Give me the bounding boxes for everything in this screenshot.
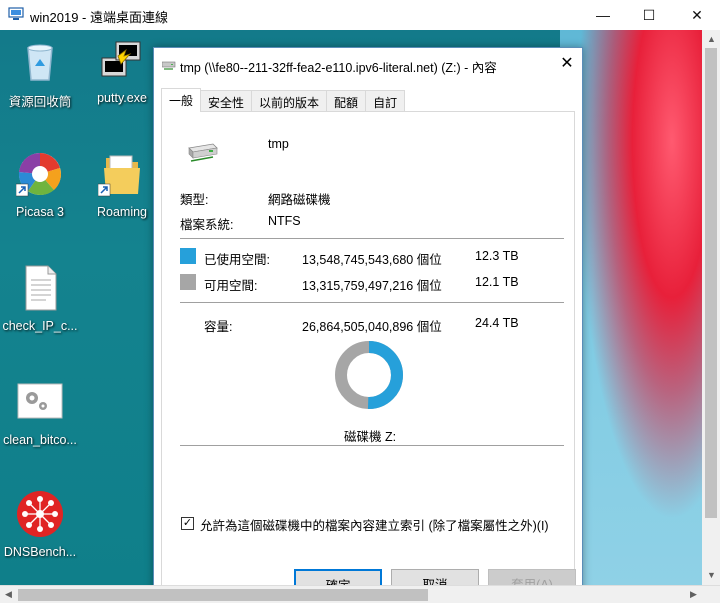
desktop-icon-picasa[interactable]: Picasa 3 — [0, 150, 85, 219]
used-space-label: 已使用空間: — [204, 253, 270, 267]
close-button[interactable]: ✕ — [674, 0, 720, 30]
capacity-size: 24.4 TB — [475, 316, 519, 330]
type-value: 網路磁碟機 — [268, 193, 331, 207]
index-checkbox-label[interactable]: 允許為這個磁碟機中的檔案內容建立索引 (除了檔案屬性之外)(I) — [200, 515, 549, 534]
general-tab-panel: tmp 類型: 網路磁碟機 檔案系統: NTFS 已使用空間: 13,548,7… — [161, 111, 575, 603]
dnsbench-icon — [17, 491, 63, 537]
free-space-swatch — [180, 274, 196, 290]
scroll-right-icon[interactable]: ▶ — [690, 589, 697, 600]
settings-file-icon — [17, 383, 63, 419]
picasa-icon — [15, 152, 61, 197]
drive-name: tmp — [268, 137, 289, 151]
desktop-icon-dnsbench[interactable]: DNSBench... — [0, 490, 85, 559]
rdp-titlebar: win2019 - 遠端桌面連線 — ☐ ✕ — [0, 0, 720, 30]
desktop-icon-clean-bitco[interactable]: clean_bitco... — [0, 378, 85, 447]
maximize-button[interactable]: ☐ — [626, 0, 672, 30]
capacity-bytes: 26,864,505,040,896 個位 — [302, 320, 442, 334]
scroll-up-icon[interactable]: ▲ — [707, 34, 716, 44]
minimize-button[interactable]: — — [580, 0, 626, 30]
used-space-swatch — [180, 248, 196, 264]
wallpaper — [560, 30, 720, 585]
vertical-scrollbar[interactable]: ▲ ▼ — [702, 30, 720, 585]
free-space-bytes: 13,315,759,497,216 個位 — [302, 279, 442, 293]
network-drive-large-icon — [188, 143, 218, 162]
type-label: 類型: — [180, 193, 209, 207]
used-space-size: 12.3 TB — [475, 249, 519, 263]
scroll-left-icon[interactable]: ◀ — [5, 589, 12, 600]
folder-icon — [97, 155, 140, 197]
horizontal-scrollbar[interactable]: ◀ ▶ — [0, 585, 720, 603]
desktop-icon-check-ip[interactable]: check_IP_c... — [0, 264, 85, 333]
horizontal-scroll-thumb[interactable] — [18, 589, 428, 601]
used-space-bytes: 13,548,745,543,680 個位 — [302, 253, 442, 267]
tab-previous-versions[interactable]: 以前的版本 — [251, 90, 328, 112]
index-checkbox[interactable]: ✓ — [181, 517, 194, 530]
tab-quota[interactable]: 配額 — [326, 90, 367, 112]
capacity-label: 容量: — [204, 320, 233, 334]
dialog-title: tmp (\\fe80--211-32ff-fea2-e110.ipv6-lit… — [180, 61, 497, 75]
filesystem-value: NTFS — [268, 214, 301, 228]
drive-properties-dialog: tmp (\\fe80--211-32ff-fea2-e110.ipv6-lit… — [153, 47, 583, 603]
remote-desktop-icon — [8, 7, 24, 20]
divider — [180, 302, 564, 303]
rdp-window-title: win2019 - 遠端桌面連線 — [30, 10, 168, 25]
drive-letter-label: 磁碟機 Z: — [344, 430, 397, 444]
desktop-icon-recycle-bin[interactable]: 資源回收筒 — [0, 36, 85, 110]
divider — [180, 238, 564, 239]
text-file-icon — [25, 265, 57, 311]
tab-security[interactable]: 安全性 — [200, 90, 253, 112]
disk-usage-donut — [335, 341, 403, 409]
free-space-label: 可用空間: — [204, 279, 258, 293]
dialog-close-button[interactable]: ✕ — [552, 48, 582, 78]
network-drive-icon — [162, 61, 176, 70]
tab-customize[interactable]: 自訂 — [365, 90, 406, 112]
free-space-size: 12.1 TB — [475, 275, 519, 289]
tab-strip: 一般 安全性 以前的版本 配額 自訂 — [161, 88, 406, 112]
tab-general[interactable]: 一般 — [161, 88, 202, 112]
recycle-bin-icon — [27, 44, 53, 81]
putty-icon — [101, 41, 141, 77]
vertical-scroll-thumb[interactable] — [705, 48, 717, 518]
scroll-down-icon[interactable]: ▼ — [707, 570, 716, 580]
divider — [180, 445, 564, 446]
filesystem-label: 檔案系統: — [180, 218, 234, 232]
